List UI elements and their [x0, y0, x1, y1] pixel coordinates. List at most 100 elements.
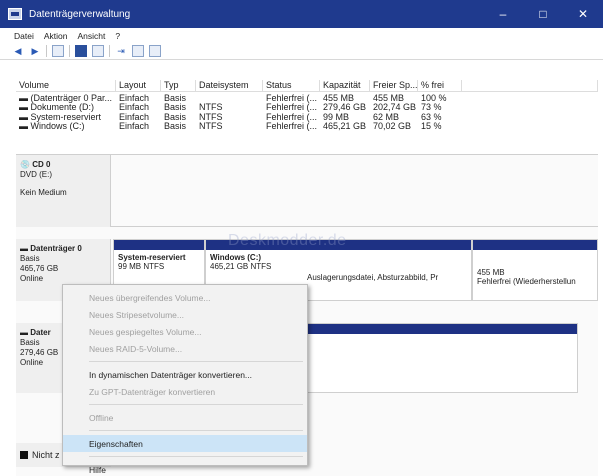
menu-new-striped-volume[interactable]: Neues Stripesetvolume... [63, 306, 307, 323]
volume-type: Basis [164, 92, 187, 103]
partition-detail: 465,21 GB NTFS [210, 262, 272, 271]
menu-new-raid5-volume[interactable]: Neues RAID-5-Volume... [63, 340, 307, 357]
toolbar: ◀ ▶ ⇥ [0, 43, 603, 60]
toolbar-separator [69, 45, 70, 57]
list-view-icon[interactable] [52, 45, 64, 57]
cd-name: 💿 CD 0 [20, 160, 51, 169]
col-status[interactable]: Status [263, 80, 320, 91]
table-row[interactable]: ▬ Dokumente (D:) Einfach Basis NTFS Fehl… [16, 102, 598, 113]
cd-status: Kein Medium [20, 188, 67, 197]
volume-percent-free: 73 % [421, 102, 442, 113]
volume-free: 70,02 GB [373, 121, 412, 132]
volume-filesystem: NTFS [199, 102, 223, 113]
menu-bar: Datei Aktion Ansicht ? [0, 28, 603, 43]
volume-capacity: 279,46 GB [323, 102, 367, 113]
volume-percent-free: 63 % [421, 111, 442, 122]
maximize-button[interactable]: □ [523, 0, 563, 28]
minimize-button[interactable]: – [483, 0, 523, 28]
volume-type: Basis [164, 121, 187, 132]
volume-layout: Einfach [119, 92, 150, 103]
cd-drive-row: 💿 CD 0 DVD (E:) Kein Medium [16, 155, 598, 227]
table-row[interactable]: ▬ Windows (C:) Einfach Basis NTFS Fehler… [16, 121, 598, 132]
volume-status: Fehlerfrei (... [266, 102, 318, 113]
help-icon[interactable] [75, 45, 87, 57]
menu-separator [89, 430, 303, 431]
col-filesystem[interactable]: Dateisystem [196, 80, 263, 91]
volume-layout: Einfach [119, 121, 150, 132]
volume-name: ▬ Dokumente (D:) [19, 102, 95, 113]
disk-0-type: Basis [20, 254, 40, 263]
volume-capacity: 99 MB [323, 111, 350, 122]
toolbar-separator [109, 45, 110, 57]
properties-icon[interactable] [92, 45, 104, 57]
menu-separator [89, 361, 303, 362]
menu-properties[interactable]: Eigenschaften [63, 435, 307, 452]
forward-icon[interactable]: ▶ [29, 45, 41, 57]
volume-capacity: 465,21 GB [323, 121, 367, 132]
new-icon[interactable] [149, 45, 161, 57]
disk-0-name: ▬ Datenträger 0 [20, 244, 82, 253]
close-button[interactable]: ✕ [563, 0, 603, 28]
menu-separator [89, 456, 303, 457]
partition-name: System-reserviert [118, 253, 186, 262]
volume-free: 202,74 GB [373, 102, 417, 113]
menu-datei[interactable]: Datei [14, 31, 34, 41]
volume-status: Fehlerfrei (... [266, 121, 318, 132]
volume-capacity: 455 MB [323, 92, 355, 103]
menu-new-spanned-volume[interactable]: Neues übergreifendes Volume... [63, 289, 307, 306]
partition-bar [114, 240, 204, 250]
table-row[interactable]: ▬ (Datenträger 0 Par... Einfach Basis Fe… [16, 93, 598, 103]
table-row[interactable]: ▬ System-reserviert Einfach Basis NTFS F… [16, 112, 598, 122]
menu-ansicht[interactable]: Ansicht [77, 31, 105, 41]
col-type[interactable]: Typ [161, 80, 196, 91]
volume-name: ▬ Windows (C:) [19, 121, 85, 132]
volume-free: 455 MB [373, 92, 405, 103]
col-capacity[interactable]: Kapazität [320, 80, 370, 91]
partition-recovery[interactable]: 455 MB Fehlerfrei (Wiederherstellun [472, 239, 598, 301]
volume-name: ▬ (Datenträger 0 Par... [19, 92, 113, 103]
volume-status: Fehlerfrei (... [266, 92, 318, 103]
menu-convert-gpt[interactable]: Zu GPT-Datenträger konvertieren [63, 383, 307, 400]
cd-label[interactable]: 💿 CD 0 DVD (E:) Kein Medium [16, 155, 111, 227]
volume-free: 62 MB [373, 111, 400, 122]
back-icon[interactable]: ◀ [12, 45, 24, 57]
partition-status: Fehlerfrei (Wiederherstellun [477, 277, 576, 286]
disk-0-size: 465,76 GB [20, 264, 59, 273]
partition-size: 455 MB [477, 268, 505, 277]
partition-detail: 99 MB NTFS [118, 262, 165, 271]
legend-swatch [20, 451, 28, 459]
volume-layout: Einfach [119, 111, 150, 122]
menu-help[interactable]: ? [115, 31, 120, 41]
volume-list: ▬ (Datenträger 0 Par... Einfach Basis Fe… [16, 93, 598, 132]
context-menu: Neues übergreifendes Volume... Neues Str… [62, 284, 308, 475]
menu-separator [89, 404, 303, 405]
window-controls: – □ ✕ [483, 0, 603, 28]
disk-management-icon [8, 8, 22, 20]
volume-status: Fehlerfrei (... [266, 111, 318, 122]
col-free[interactable]: Freier Sp... [370, 80, 418, 91]
volume-type: Basis [164, 102, 187, 113]
volume-type: Basis [164, 111, 187, 122]
legend-label: Nicht z [32, 450, 60, 460]
partition-bar [473, 240, 597, 250]
toolbar-separator [46, 45, 47, 57]
menu-aktion[interactable]: Aktion [44, 31, 68, 41]
refresh-icon[interactable] [132, 45, 144, 57]
connect-icon[interactable]: ⇥ [115, 45, 127, 57]
col-percent-free[interactable]: % frei [418, 80, 462, 91]
cd-drive: DVD (E:) [20, 170, 52, 179]
title-bar: Datenträgerverwaltung – □ ✕ [0, 0, 603, 28]
partition-status: Auslagerungsdatei, Absturzabbild, Pr [307, 273, 439, 282]
menu-new-mirrored-volume[interactable]: Neues gespiegeltes Volume... [63, 323, 307, 340]
menu-offline[interactable]: Offline [63, 409, 307, 426]
volume-filesystem: NTFS [199, 111, 223, 122]
col-volume[interactable]: Volume [16, 80, 116, 91]
menu-convert-dynamic[interactable]: In dynamischen Datenträger konvertieren.… [63, 366, 307, 383]
col-empty [462, 80, 598, 91]
watermark: Deskmodder.de [228, 232, 347, 249]
volume-table-header: Volume Layout Typ Dateisystem Status Kap… [16, 80, 598, 92]
menu-help[interactable]: Hilfe [63, 461, 307, 476]
col-layout[interactable]: Layout [116, 80, 161, 91]
cd-drive-icon: 💿 [20, 160, 30, 169]
partition-name: Windows (C:) [210, 253, 262, 262]
